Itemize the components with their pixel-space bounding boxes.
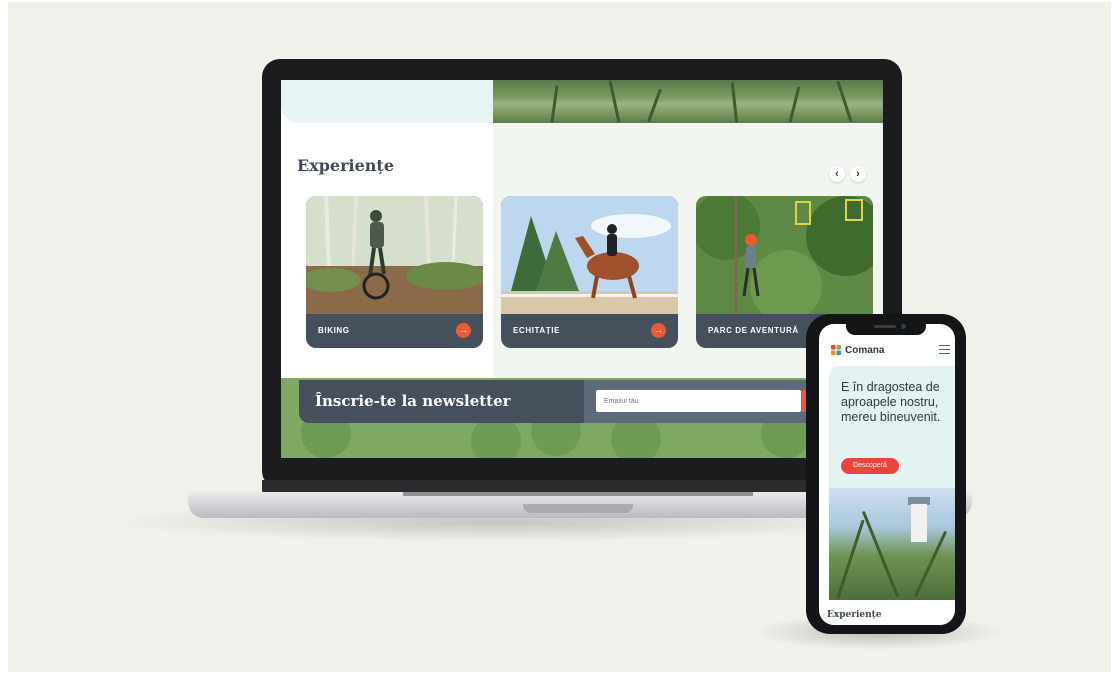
arrow-right-icon[interactable]: →	[456, 323, 471, 338]
phone-speaker	[874, 325, 896, 328]
laptop-notch	[523, 504, 633, 513]
section-title: Experiențe	[297, 156, 394, 175]
laptop-screen: Experiențe ‹ › BIKING → ECHITAȚIE → PARC…	[281, 80, 883, 458]
brand-name: Comana	[845, 345, 885, 356]
biking-photo	[306, 196, 483, 314]
chevron-right-icon[interactable]: ›	[850, 166, 866, 182]
newsletter-bar: Înscrie-te la newsletter	[299, 380, 883, 423]
card-label: ECHITAȚIE	[513, 326, 561, 335]
lighthouse-tower	[911, 504, 927, 542]
card-label: PARC DE AVENTURĂ	[708, 326, 799, 335]
hamburger-menu-icon[interactable]	[939, 345, 950, 354]
chevron-left-icon[interactable]: ‹	[829, 166, 845, 182]
card-label: BIKING	[318, 326, 350, 335]
discover-button[interactable]: Descoperă	[841, 458, 899, 474]
lighthouse-photo	[829, 488, 955, 600]
phone-section-title: Experiențe	[827, 610, 882, 620]
hero-panel	[281, 80, 505, 123]
email-input[interactable]	[596, 390, 801, 412]
hero-headline: E în dragostea de aproapele nostru, mere…	[841, 380, 941, 424]
horse-riding-photo	[501, 196, 678, 314]
experience-card-equestrian[interactable]: ECHITAȚIE →	[501, 196, 678, 348]
experience-card-biking[interactable]: BIKING →	[306, 196, 483, 348]
newsletter-title: Înscrie-te la newsletter	[315, 392, 511, 410]
phone-camera	[901, 324, 906, 329]
phone-hero: E în dragostea de aproapele nostru, mere…	[829, 366, 955, 488]
laptop-keyboard-edge	[403, 492, 753, 496]
arrow-right-icon[interactable]: →	[651, 323, 666, 338]
comana-logo-icon	[831, 345, 842, 356]
phone-screen: Comana E în dragostea de aproapele nostr…	[819, 324, 955, 625]
adventure-park-photo	[696, 196, 873, 314]
hero-photo	[493, 80, 883, 124]
mockup-stage: Experiențe ‹ › BIKING → ECHITAȚIE → PARC…	[8, 2, 1111, 672]
phone-notch	[846, 321, 926, 335]
